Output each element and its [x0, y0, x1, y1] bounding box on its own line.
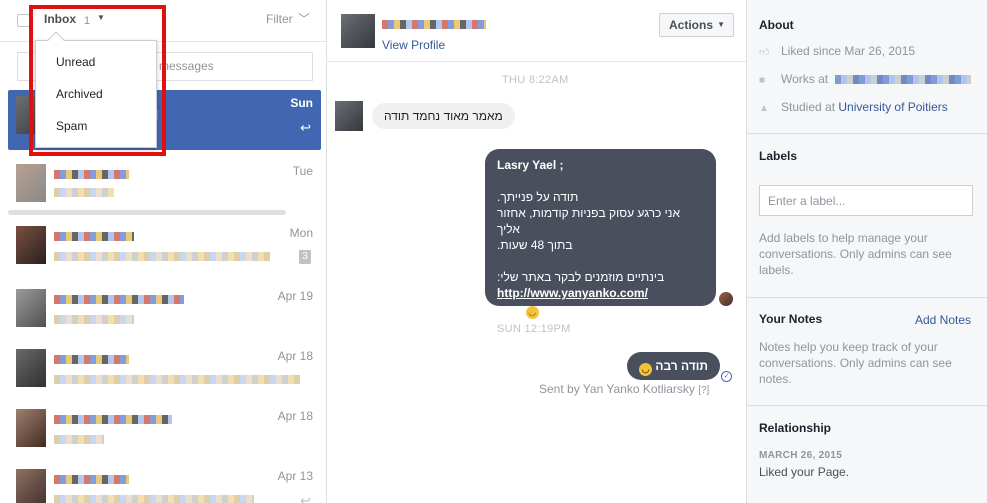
avatar	[16, 349, 46, 387]
smile-emoji-icon: ◡	[525, 306, 539, 319]
horizontal-scrollbar[interactable]	[8, 210, 286, 215]
message-text: תודה רבה	[655, 359, 708, 373]
studied-at-text: Studied at	[781, 100, 836, 114]
thread-date: Apr 13	[277, 469, 313, 483]
thread-date: Mon	[289, 226, 313, 240]
blurred-snippet	[54, 252, 270, 261]
thread-date: Tue	[292, 164, 313, 178]
blurred-name	[54, 295, 184, 304]
message-line: בתוך 48 שעות.	[497, 238, 573, 252]
labels-help-text: Add labels to help manage your conversat…	[759, 231, 952, 277]
thread-row[interactable]: Apr 18	[8, 403, 321, 463]
details-sidebar: About 👍︎ Liked since Mar 26, 2015 ■ Works …	[746, 0, 987, 503]
thread-row[interactable]: Mon 3	[8, 220, 321, 280]
thumbs-up-icon: 👍︎	[759, 47, 770, 58]
blurred-employer	[835, 75, 971, 84]
message-count-badge: 3	[299, 250, 311, 264]
message-text: מאמר מאוד נחמד תודה	[384, 109, 503, 123]
avatar	[335, 101, 363, 131]
graduation-cap-icon: ▲	[759, 103, 769, 114]
blurred-snippet	[54, 435, 104, 444]
message-line: בינתיים מוזמנים לבקר באתר שלי:	[497, 270, 665, 284]
blurred-name	[54, 232, 134, 241]
blurred-name	[54, 475, 129, 484]
thread-date: Apr 18	[277, 349, 313, 363]
filter-button[interactable]: Filter	[266, 12, 293, 26]
divider	[747, 405, 987, 406]
relationship-title: Relationship	[759, 421, 832, 435]
website-link[interactable]: http://www.yanyanko.com/	[497, 286, 648, 300]
thread-list-panel: Inbox 1 ▼ Filter ﹀ messages Sun ↩ Tue Mo…	[0, 0, 327, 503]
sent-by-text: Sent by Yan Yanko Kotliarsky [?]	[539, 382, 709, 396]
blurred-snippet	[54, 188, 114, 197]
replied-icon: ↩	[300, 120, 311, 135]
notes-title: Your Notes	[759, 312, 823, 326]
add-notes-link[interactable]: Add Notes	[915, 313, 971, 327]
blurred-snippet	[54, 375, 300, 384]
blurred-name	[54, 355, 129, 364]
outgoing-message-bubble: Lasry Yael ; תודה על פנייתך. אני כרגע עס…	[485, 149, 716, 319]
briefcase-icon: ■	[759, 75, 766, 86]
chevron-down-icon[interactable]: ﹀	[298, 10, 310, 27]
message-line: תודה על פנייתך.	[497, 190, 579, 204]
avatar	[16, 226, 46, 264]
smile-emoji-icon: ◡	[639, 363, 652, 376]
thread-date: Apr 19	[277, 289, 313, 303]
labels-title: Labels	[759, 149, 798, 163]
thread-row[interactable]: Tue	[8, 158, 321, 218]
avatar	[16, 469, 46, 503]
avatar	[16, 164, 46, 202]
about-title: About	[759, 18, 794, 32]
liked-since-text: Liked since Mar 26, 2015	[781, 44, 916, 58]
actions-label: Actions	[669, 18, 714, 32]
sent-by-label: Sent by Yan Yanko Kotliarsky	[539, 382, 695, 396]
avatar	[16, 409, 46, 447]
avatar	[16, 289, 46, 327]
blurred-name	[54, 170, 129, 179]
avatar[interactable]	[341, 14, 375, 48]
message-line: תודה	[497, 302, 523, 316]
search-placeholder: messages	[159, 59, 214, 73]
thread-row[interactable]: Apr 19	[8, 283, 321, 343]
thread-row[interactable]: Apr 13 ↩	[8, 463, 321, 503]
blurred-snippet	[54, 315, 134, 324]
delivered-check-icon: ✓	[721, 371, 732, 382]
highlight-box	[29, 5, 166, 156]
relationship-text: Liked your Page.	[759, 465, 850, 479]
timestamp: SUN 12:19PM	[497, 323, 571, 335]
conversation-header: View Profile Actions ▼	[327, 0, 746, 62]
help-link[interactable]: [?]	[698, 385, 709, 396]
incoming-message-bubble: מאמר מאוד נחמד תודה	[372, 103, 515, 129]
seen-avatar	[719, 292, 733, 306]
divider	[747, 297, 987, 298]
replied-icon: ↩	[300, 493, 311, 503]
thread-row[interactable]: Apr 18	[8, 343, 321, 403]
message-title: Lasry Yael ;	[497, 158, 564, 172]
view-profile-link[interactable]: View Profile	[382, 38, 445, 52]
studied-at-row: ▲ Studied at University of Poitiers	[759, 100, 948, 114]
chevron-down-icon: ▼	[717, 20, 725, 29]
blurred-name	[382, 20, 486, 29]
liked-since-row: 👍︎ Liked since Mar 26, 2015	[759, 44, 915, 58]
blurred-name	[54, 415, 172, 424]
label-input[interactable]: Enter a label...	[759, 185, 973, 216]
timestamp: THU 8:22AM	[502, 74, 569, 86]
thread-date: Apr 18	[277, 409, 313, 423]
thread-date: Sun	[290, 96, 313, 110]
school-link[interactable]: University of Poitiers	[838, 100, 947, 114]
divider	[747, 133, 987, 134]
notes-help-text: Notes help you keep track of your conver…	[759, 340, 952, 386]
relationship-date: MARCH 26, 2015	[759, 450, 843, 461]
message-line: אני כרגע עסוק בפניות קודמות, אחזור אליך	[497, 206, 680, 236]
blurred-snippet	[54, 495, 254, 503]
works-at-text: Works at	[781, 72, 829, 86]
works-at-row: ■ Works at	[759, 72, 828, 86]
outgoing-message-bubble: ◡ תודה רבה	[627, 352, 720, 380]
actions-button[interactable]: Actions ▼	[659, 13, 734, 37]
